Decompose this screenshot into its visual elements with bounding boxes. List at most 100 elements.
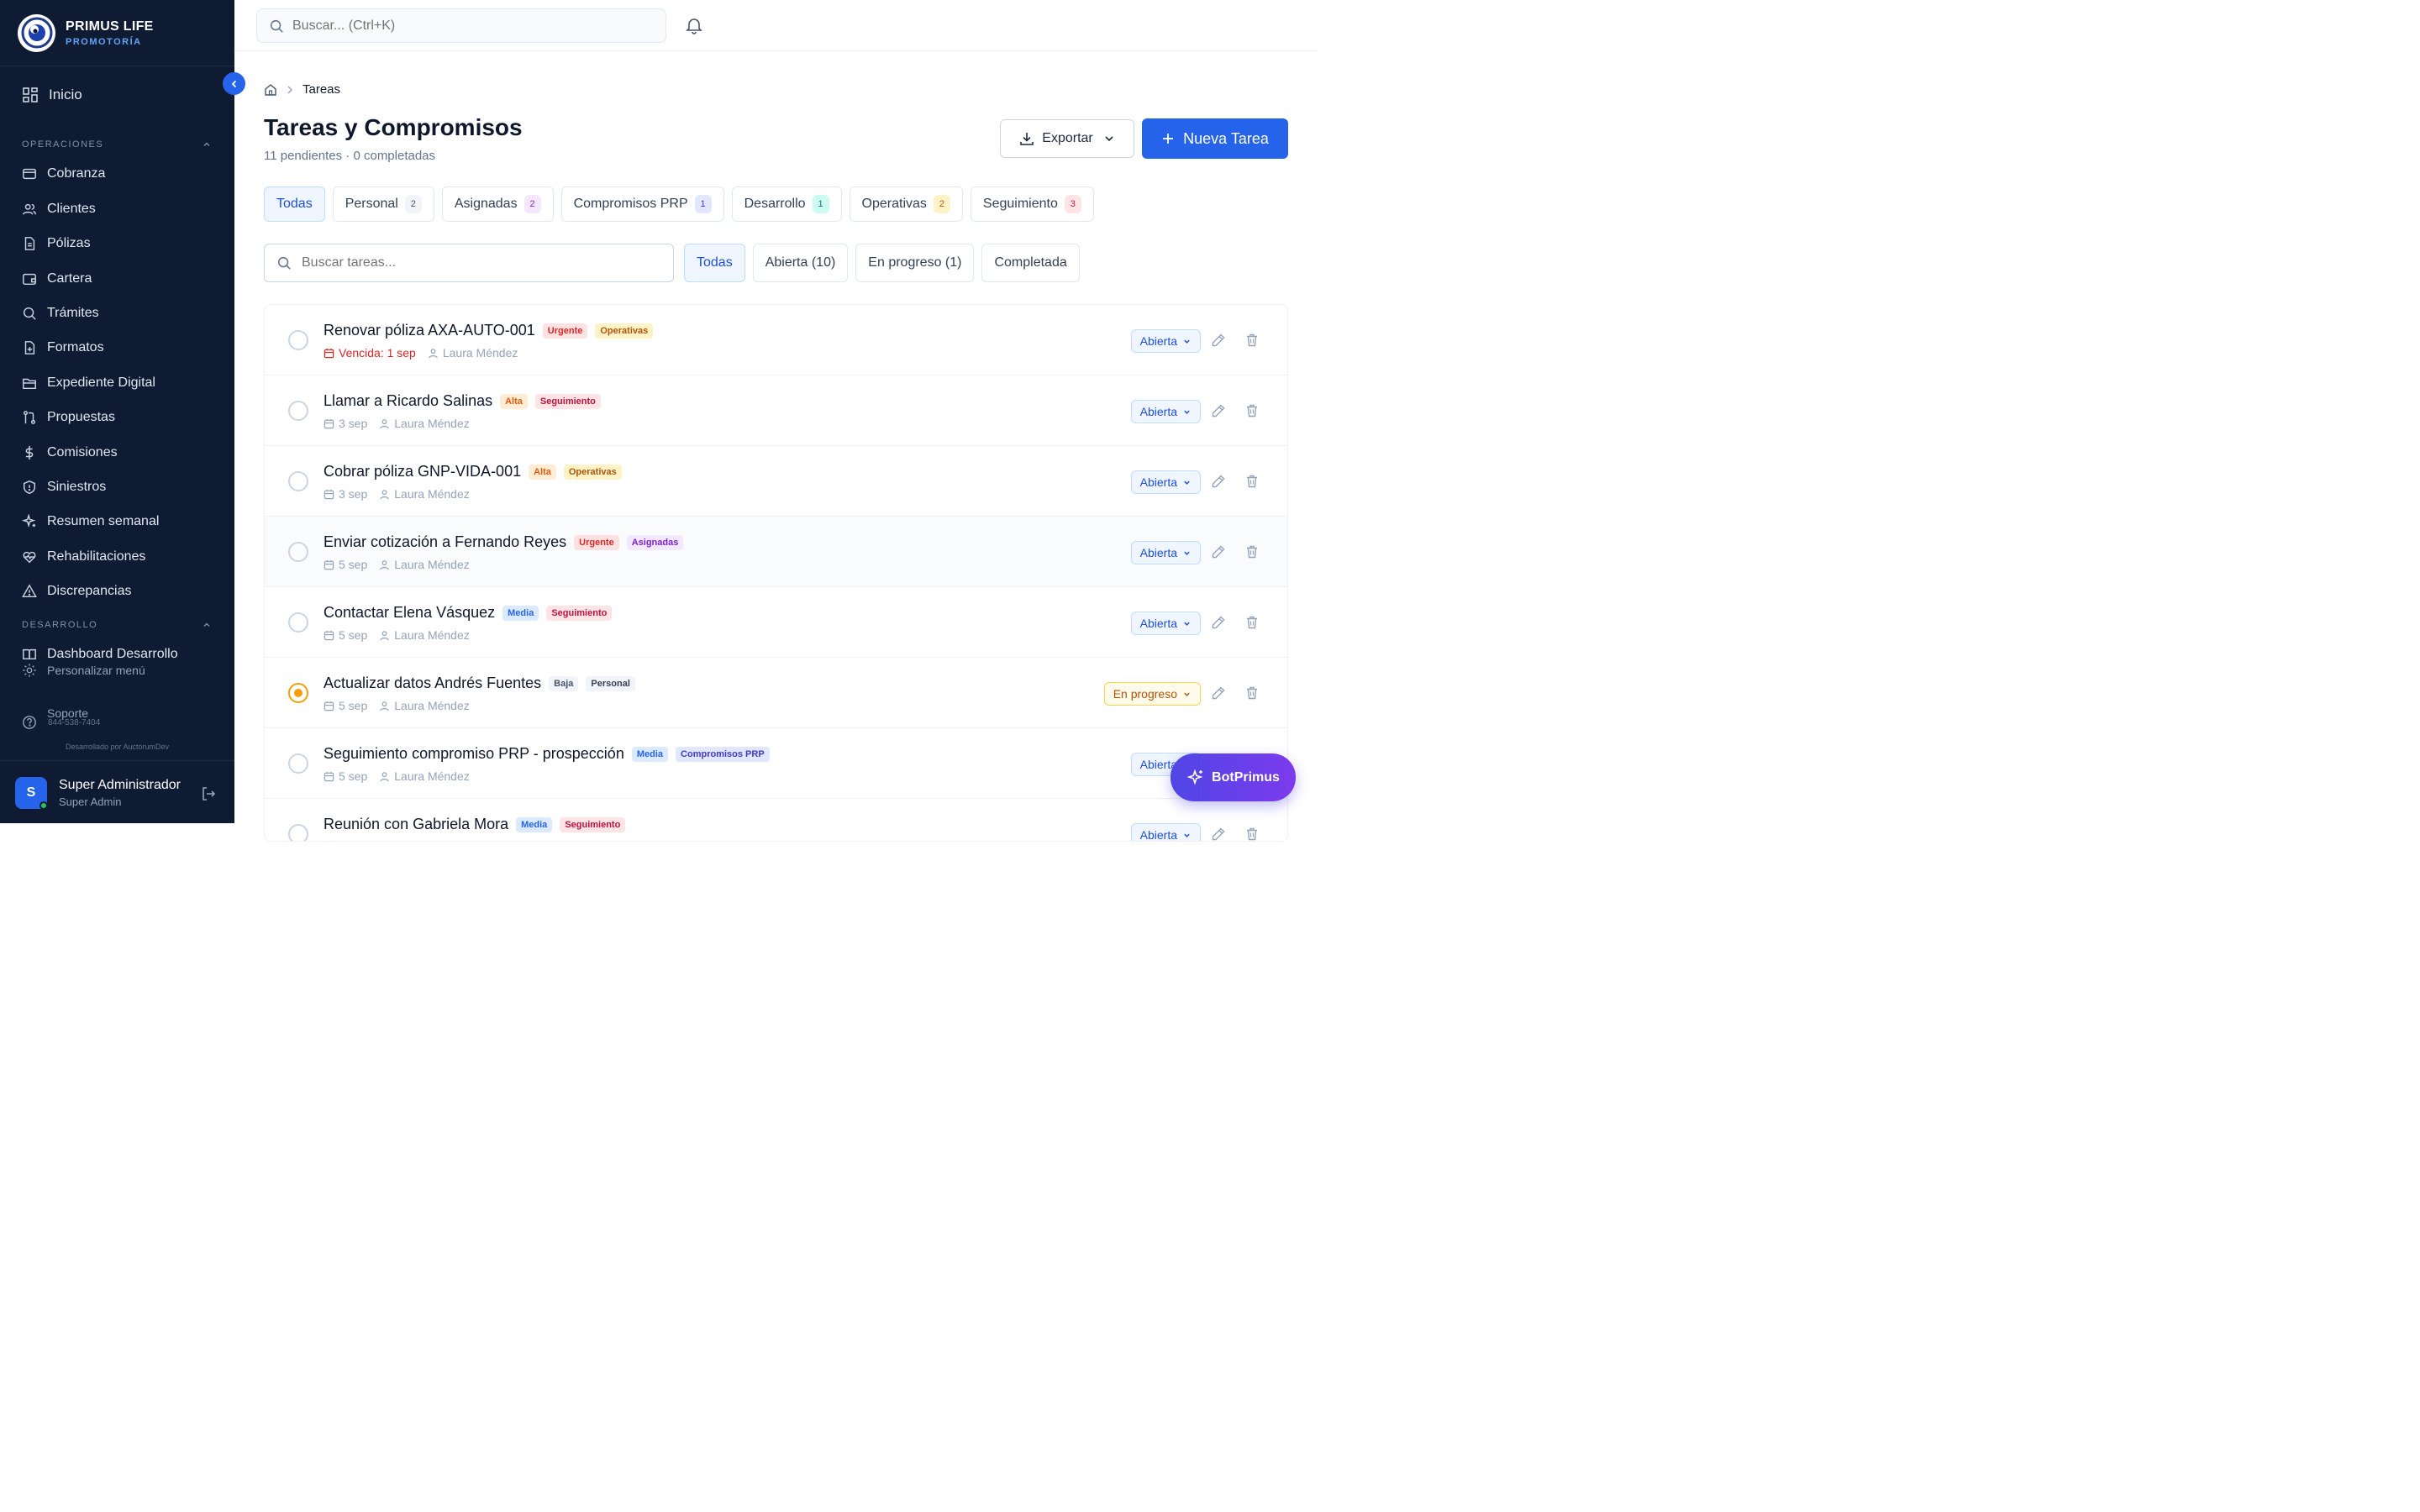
trash-icon[interactable] <box>1244 544 1260 559</box>
global-search-input[interactable] <box>292 18 629 34</box>
section-label: OPERACIONES <box>22 139 104 150</box>
edit-icon[interactable] <box>1211 474 1226 489</box>
page-subtitle: 11 pendientes · 0 completadas <box>264 149 436 163</box>
trash-icon[interactable] <box>1244 685 1260 701</box>
task-title[interactable]: Renovar póliza AXA-AUTO-001 <box>324 322 535 339</box>
export-button[interactable]: Exportar <box>1000 119 1134 158</box>
trash-icon[interactable] <box>1244 827 1260 842</box>
task-complete-radio[interactable] <box>288 401 308 421</box>
tab-todas[interactable]: Todas <box>264 186 325 222</box>
task-row[interactable]: Reunión con Gabriela Mora Media Seguimient… <box>265 799 1287 842</box>
edit-icon[interactable] <box>1211 615 1226 630</box>
task-row[interactable]: Cobrar póliza GNP-VIDA-001 Alta Operativas… <box>265 446 1287 517</box>
tab-desarrollo[interactable]: Desarrollo 1 <box>731 186 842 222</box>
tab-compromisos-prp[interactable]: Compromisos PRP 1 <box>560 186 724 222</box>
edit-icon[interactable] <box>1211 544 1226 559</box>
task-date: 3 sep <box>339 487 368 501</box>
edit-icon[interactable] <box>1211 827 1226 842</box>
task-title[interactable]: Actualizar datos Andrés Fuentes <box>324 675 541 692</box>
section-desarrollo[interactable]: DESARROLLO <box>22 620 211 630</box>
category-tabs: Todas Personal 2 Asignadas 2 Compromisos P… <box>264 186 1094 222</box>
status-dropdown[interactable]: Abierta <box>1130 823 1201 841</box>
task-search[interactable] <box>264 244 674 282</box>
customize-label: Personalizar menú <box>47 664 145 677</box>
sidebar-item-tramites[interactable]: Trámites <box>22 306 99 321</box>
task-title[interactable]: Llamar a Ricardo Salinas <box>324 392 492 410</box>
task-complete-radio[interactable] <box>288 753 308 774</box>
user-icon <box>380 489 389 499</box>
sidebar-item-clientes[interactable]: Clientes <box>22 202 96 217</box>
task-title[interactable]: Cobrar póliza GNP-VIDA-001 <box>324 463 521 480</box>
priority-badge: Media <box>631 746 669 762</box>
breadcrumb: Tareas <box>264 82 340 97</box>
sidebar-item-expediente-digital[interactable]: Expediente Digital <box>22 375 155 391</box>
task-complete-radio[interactable] <box>288 471 308 491</box>
trash-icon[interactable] <box>1244 403 1260 418</box>
tab-operativas[interactable]: Operativas 2 <box>849 186 963 222</box>
sidebar-item-siniestros[interactable]: Siniestros <box>22 480 106 495</box>
filter-en-progreso[interactable]: En progreso (1) <box>855 244 975 282</box>
task-row[interactable]: Llamar a Ricardo Salinas Alta Seguimiento 3… <box>265 375 1287 446</box>
trash-icon[interactable] <box>1244 615 1260 630</box>
edit-icon[interactable] <box>1211 685 1226 701</box>
filter-completada[interactable]: Completada <box>981 244 1080 282</box>
sidebar-item-cartera[interactable]: Cartera <box>22 271 92 286</box>
tab-asignadas[interactable]: Asignadas 2 <box>441 186 554 222</box>
sidebar-item-comisiones[interactable]: Comisiones <box>22 445 118 460</box>
task-search-input[interactable] <box>302 255 638 270</box>
chevron-down-icon <box>1184 692 1190 696</box>
collapse-sidebar-button[interactable] <box>223 72 245 95</box>
section-operaciones[interactable]: OPERACIONES <box>22 139 211 150</box>
task-row[interactable]: Renovar póliza AXA-AUTO-001 Urgente Operat… <box>265 305 1287 375</box>
trash-icon[interactable] <box>1244 474 1260 489</box>
tab-personal[interactable]: Personal 2 <box>332 186 434 222</box>
edit-icon[interactable] <box>1211 403 1226 418</box>
botprimus-button[interactable]: BotPrimus <box>1171 753 1296 801</box>
status-dropdown[interactable]: Abierta <box>1130 612 1201 635</box>
home-icon[interactable] <box>264 83 277 97</box>
task-title[interactable]: Reunión con Gabriela Mora <box>324 816 508 833</box>
task-complete-radio[interactable] <box>288 683 308 703</box>
sidebar-item-polizas[interactable]: Pólizas <box>22 236 91 251</box>
sidebar-item-dashboard-desarrollo[interactable]: Dashboard Desarrollo <box>22 647 178 659</box>
task-title[interactable]: Enviar cotización a Fernando Reyes <box>324 533 566 551</box>
filter-abierta[interactable]: Abierta (10) <box>752 244 849 282</box>
sidebar-item-inicio[interactable]: Inicio <box>22 87 82 103</box>
brand[interactable]: PRIMUS LIFE PROMOTORÍA <box>0 0 234 66</box>
task-row[interactable]: Contactar Elena Vásquez Media Seguimiento 5… <box>265 587 1287 658</box>
bell-icon[interactable] <box>685 16 703 34</box>
sidebar-item-cobranza[interactable]: Cobranza <box>22 166 105 181</box>
status-dropdown[interactable]: Abierta <box>1130 541 1201 564</box>
tab-seguimiento[interactable]: Seguimiento 3 <box>970 186 1094 222</box>
task-complete-radio[interactable] <box>288 542 308 562</box>
priority-badge: Alta <box>529 464 556 480</box>
new-task-button[interactable]: Nueva Tarea <box>1142 118 1288 159</box>
task-complete-radio[interactable] <box>288 612 308 633</box>
trash-icon[interactable] <box>1244 333 1260 348</box>
sidebar-item-rehabilitaciones[interactable]: Rehabilitaciones <box>22 549 145 564</box>
task-row[interactable]: Seguimiento compromiso PRP - prospección… <box>265 728 1287 799</box>
status-dropdown[interactable]: Abierta <box>1130 400 1201 423</box>
status-dropdown[interactable]: Abierta <box>1130 470 1201 494</box>
sidebar-scroll-clip: Dashboard Desarrollo <box>0 643 234 659</box>
global-search[interactable] <box>256 8 666 43</box>
task-complete-radio[interactable] <box>288 824 308 841</box>
sidebar-item-formatos[interactable]: Formatos <box>22 340 104 355</box>
task-row[interactable]: Enviar cotización a Fernando Reyes Urgent… <box>265 517 1287 587</box>
edit-icon[interactable] <box>1211 333 1226 348</box>
sidebar-item-propuestas[interactable]: Propuestas <box>22 410 115 425</box>
status-dropdown[interactable]: En progreso <box>1103 682 1201 706</box>
status-dropdown[interactable]: Abierta <box>1130 329 1201 353</box>
category-badge: Seguimiento <box>546 605 613 621</box>
task-complete-radio[interactable] <box>288 330 308 350</box>
filter-todas[interactable]: Todas <box>684 244 745 282</box>
sidebar-item-discrepancias[interactable]: Discrepancias <box>22 584 131 599</box>
customize-menu-link[interactable]: Personalizar menú <box>22 663 145 678</box>
logout-icon[interactable] <box>200 785 217 802</box>
task-title[interactable]: Seguimiento compromiso PRP - prospección <box>324 745 624 763</box>
task-title[interactable]: Contactar Elena Vásquez <box>324 604 495 622</box>
sidebar-item-resumen-semanal[interactable]: Resumen semanal <box>22 514 159 529</box>
user-profile[interactable]: S Super Administrador Super Admin <box>0 760 234 823</box>
sidebar-item-label: Cartera <box>47 271 92 286</box>
task-row[interactable]: Actualizar datos Andrés Fuentes Baja Perso… <box>265 658 1287 728</box>
